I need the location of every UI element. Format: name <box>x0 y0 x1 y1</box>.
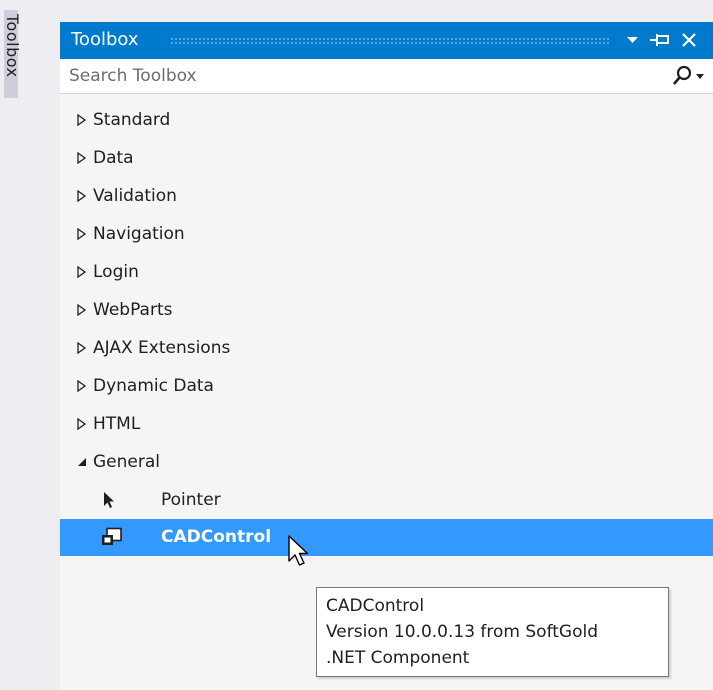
expand-arrow-icon <box>77 380 87 392</box>
tool-item-cadcontrol[interactable]: CADControl <box>60 519 713 556</box>
category-dynamic-data[interactable]: Dynamic Data <box>60 368 713 406</box>
category-ajax-extensions[interactable]: AJAX Extensions <box>60 330 713 368</box>
category-navigation[interactable]: Navigation <box>60 216 713 254</box>
toolbox-tree: Standard Data Validation Navigation Logi… <box>60 102 713 556</box>
toolbox-side-tab-label: Toolbox <box>3 14 22 78</box>
expand-arrow-icon <box>77 190 87 202</box>
category-label: Data <box>93 148 134 168</box>
side-tab-strip: Toolbox <box>0 0 22 690</box>
tool-label: Pointer <box>161 490 221 510</box>
component-icon <box>102 527 122 545</box>
category-label: Dynamic Data <box>93 376 214 396</box>
category-label: Standard <box>93 110 171 130</box>
pin-icon <box>650 34 669 46</box>
item-tooltip: CADControl Version 10.0.0.13 from SoftGo… <box>316 587 669 677</box>
dropdown-arrow-icon <box>627 37 638 43</box>
tooltip-version: Version 10.0.0.13 from SoftGold <box>326 622 599 642</box>
category-label: General <box>93 452 160 472</box>
expand-arrow-icon <box>77 342 87 354</box>
category-html[interactable]: HTML <box>60 406 713 444</box>
pointer-icon <box>104 492 114 508</box>
expand-arrow-icon <box>77 304 87 316</box>
category-login[interactable]: Login <box>60 254 713 292</box>
category-validation[interactable]: Validation <box>60 178 713 216</box>
category-label: Login <box>93 262 139 282</box>
tooltip-title: CADControl <box>326 596 425 616</box>
expand-arrow-icon <box>77 152 87 164</box>
search-box <box>60 59 713 94</box>
category-label: WebParts <box>93 300 173 320</box>
close-icon <box>682 33 696 47</box>
search-options-chevron-down-icon[interactable] <box>696 74 706 80</box>
category-standard[interactable]: Standard <box>60 102 713 140</box>
category-webparts[interactable]: WebParts <box>60 292 713 330</box>
expand-arrow-icon <box>77 114 87 126</box>
category-general[interactable]: General <box>60 444 713 482</box>
category-label: Validation <box>93 186 177 206</box>
search-icon[interactable] <box>672 65 692 87</box>
mouse-cursor-icon <box>288 535 309 566</box>
window-position-dropdown-button[interactable] <box>622 28 644 52</box>
toolbox-title-bar[interactable]: Toolbox <box>60 22 713 59</box>
close-button[interactable] <box>678 28 700 52</box>
expand-arrow-icon <box>77 228 87 240</box>
category-label: AJAX Extensions <box>93 338 231 358</box>
expand-arrow-icon <box>77 266 87 278</box>
search-input[interactable] <box>60 59 669 92</box>
expand-arrow-icon <box>77 418 87 430</box>
category-label: Navigation <box>93 224 185 244</box>
collapse-arrow-icon <box>78 458 86 466</box>
title-bar-grip <box>170 37 610 45</box>
tooltip-description: .NET Component <box>326 648 470 668</box>
category-label: HTML <box>93 414 141 434</box>
panel-title: Toolbox <box>71 29 139 50</box>
auto-hide-pin-button[interactable] <box>648 28 670 52</box>
tool-item-pointer[interactable]: Pointer <box>60 482 713 519</box>
tool-label: CADControl <box>161 527 272 547</box>
category-data[interactable]: Data <box>60 140 713 178</box>
